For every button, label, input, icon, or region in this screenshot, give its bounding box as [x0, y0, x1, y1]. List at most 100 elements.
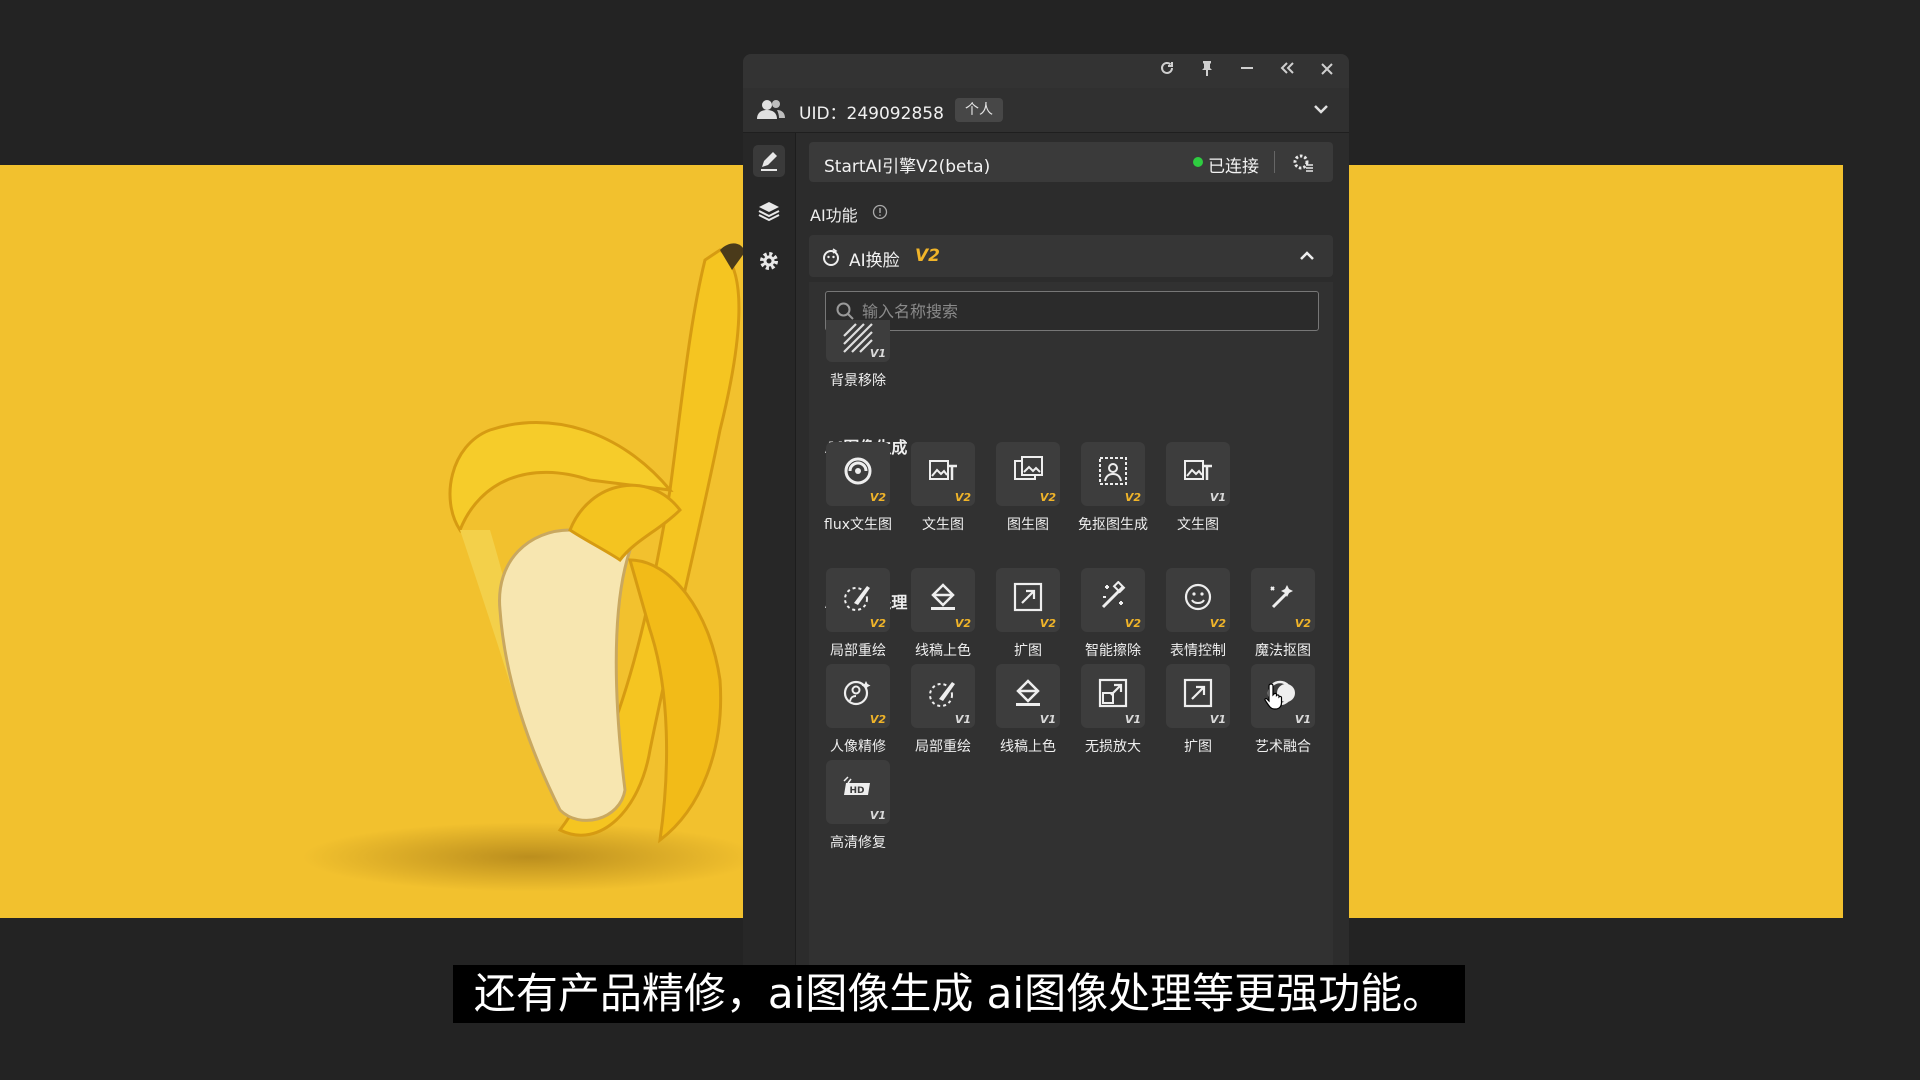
- tool-label: 扩图: [1014, 643, 1042, 659]
- tool-label: 无损放大: [1085, 739, 1141, 755]
- version-label: V2: [1294, 617, 1311, 630]
- expand-icon: [1183, 678, 1213, 708]
- tool-tile: HD V1: [826, 760, 890, 824]
- tool-tile: V1: [826, 320, 890, 362]
- edit-tab[interactable]: [753, 145, 785, 177]
- tool-tile: V2: [996, 568, 1060, 632]
- layers-tab[interactable]: [753, 195, 785, 227]
- minimize-icon[interactable]: [1235, 60, 1259, 82]
- tool-inpaint[interactable]: V2 局部重绘: [817, 568, 901, 668]
- tool-face-expression[interactable]: V2 表情控制: [1157, 568, 1241, 668]
- gear-icon: [760, 252, 778, 270]
- account-type-badge: 个人: [955, 98, 1003, 122]
- tool-label: 魔法抠图: [1255, 643, 1311, 659]
- colorize-icon: [1016, 679, 1040, 706]
- tool-label: 文生图: [1177, 517, 1219, 533]
- tool-label: flux文生图: [824, 517, 892, 533]
- account-bar: UID：249092858 个人: [743, 88, 1349, 133]
- tool-art-blend[interactable]: V1 艺术融合: [1242, 664, 1326, 764]
- version-label: V2: [869, 617, 886, 630]
- expand-icon: [1013, 582, 1043, 612]
- tool-expand[interactable]: V1 扩图: [1157, 664, 1241, 764]
- collapse-icon[interactable]: [1275, 60, 1299, 82]
- inpaint-icon: [929, 682, 955, 707]
- close-icon[interactable]: [1315, 60, 1339, 82]
- tool-background-remove[interactable]: V1 背景移除: [817, 320, 901, 420]
- tool-hd-restore[interactable]: HD V1 高清修复: [817, 760, 901, 860]
- engine-selector[interactable]: StartAI引擎V2(beta) 已连接: [809, 142, 1333, 182]
- tool-cutout-free[interactable]: V2 免抠图生成: [1072, 442, 1156, 542]
- tool-label: 局部重绘: [830, 643, 886, 659]
- status-dot: [1193, 157, 1203, 167]
- tool-text-to-image[interactable]: V2 文生图: [902, 442, 986, 542]
- portrait-retouch-icon: [843, 680, 871, 706]
- tool-label: 人像精修: [830, 739, 886, 755]
- smart-erase-icon: [1101, 581, 1126, 609]
- panel-sidebar: [743, 133, 796, 966]
- users-icon: [757, 100, 785, 119]
- hand-cursor-icon: [1264, 683, 1283, 710]
- tool-tile: V2: [826, 568, 890, 632]
- connection-status: 已连接: [1208, 157, 1259, 177]
- tool-tile: V2: [996, 442, 1060, 506]
- tool-label: 背景移除: [830, 373, 886, 389]
- tool-label: 扩图: [1184, 739, 1212, 755]
- colorize-icon: [931, 583, 955, 610]
- tool-tile: V2: [826, 664, 890, 728]
- tool-label: 艺术融合: [1255, 739, 1311, 755]
- engine-settings-icon[interactable]: [1290, 150, 1314, 174]
- face-expression-icon: [1184, 583, 1212, 611]
- tool-portrait-retouch[interactable]: V2 人像精修: [817, 664, 901, 764]
- banana-image: [448, 243, 745, 844]
- accordion-title: AI换脸: [849, 251, 900, 271]
- tool-tile: V2: [911, 442, 975, 506]
- image-to-image-icon: [1014, 456, 1043, 480]
- flux-icon: [844, 457, 872, 485]
- tool-smart-erase[interactable]: V2 智能擦除: [1072, 568, 1156, 668]
- version-label: V1: [954, 713, 971, 726]
- tool-inpaint[interactable]: V1 局部重绘: [902, 664, 986, 764]
- tool-text-to-image[interactable]: V1 文生图: [1157, 442, 1241, 542]
- chevron-up-icon[interactable]: [1297, 246, 1317, 266]
- magic-cutout-icon: [1270, 585, 1293, 609]
- settings-tab[interactable]: [753, 245, 785, 277]
- info-icon[interactable]: [872, 204, 888, 220]
- divider: [1274, 151, 1275, 173]
- tool-tile: V2: [1081, 568, 1145, 632]
- pin-icon[interactable]: [1195, 60, 1219, 82]
- tool-label: 线稿上色: [1000, 739, 1056, 755]
- ai-faceswap-accordion[interactable]: AI换脸 V2: [809, 235, 1333, 277]
- tool-tile: V2: [1166, 568, 1230, 632]
- tool-label: 局部重绘: [915, 739, 971, 755]
- tool-label: 线稿上色: [915, 643, 971, 659]
- ai-features-label: AI功能: [810, 206, 858, 225]
- tool-label: 表情控制: [1170, 643, 1226, 659]
- search-input[interactable]: [860, 292, 1304, 330]
- version-label: V2: [954, 617, 971, 630]
- version-label: V2: [1039, 491, 1056, 504]
- version-badge: V2: [915, 246, 940, 266]
- version-label: V2: [1124, 491, 1141, 504]
- tool-tile: V1: [1166, 442, 1230, 506]
- tool-label: 文生图: [922, 517, 964, 533]
- tool-colorize[interactable]: V1 线稿上色: [987, 664, 1071, 764]
- tool-flux[interactable]: V2 flux文生图: [817, 442, 901, 542]
- version-label: V2: [1124, 617, 1141, 630]
- version-label: V1: [869, 809, 886, 822]
- face-swap-icon: [823, 248, 839, 266]
- tool-image-to-image[interactable]: V2 图生图: [987, 442, 1071, 542]
- layers-icon: [758, 202, 780, 222]
- tool-list: V1 背景移除 AI图像生成 AI图像处理 V2flux文生图V2文生图V2图生…: [809, 282, 1333, 966]
- search-icon: [836, 302, 854, 320]
- tool-tile: V1: [911, 664, 975, 728]
- tool-upscale[interactable]: V1 无损放大: [1072, 664, 1156, 764]
- version-label: V1: [1209, 491, 1226, 504]
- tool-magic-cutout[interactable]: V2 魔法抠图: [1242, 568, 1326, 668]
- refresh-icon[interactable]: [1155, 60, 1179, 82]
- version-label: V1: [869, 347, 886, 360]
- chevron-down-icon[interactable]: [1311, 97, 1331, 121]
- tool-expand[interactable]: V2 扩图: [987, 568, 1071, 668]
- tool-colorize[interactable]: V2 线稿上色: [902, 568, 986, 668]
- version-label: V2: [1209, 617, 1226, 630]
- plugin-panel: UID：249092858 个人 StartAI引擎V2(beta) 已连接 A…: [743, 54, 1349, 966]
